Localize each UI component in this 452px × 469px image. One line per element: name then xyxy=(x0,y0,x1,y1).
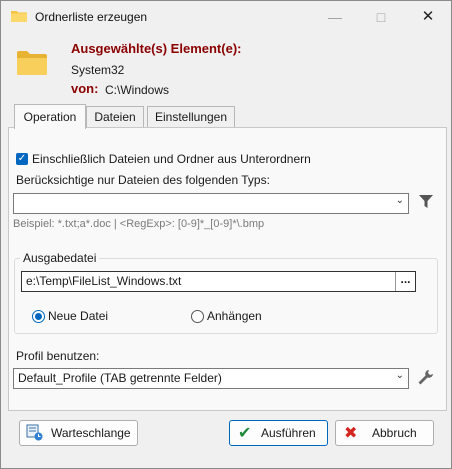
chevron-down-icon: ⌄ xyxy=(395,370,404,381)
filter-combobox[interactable]: ⌄ xyxy=(13,193,409,214)
run-button[interactable]: ✔ Ausführen xyxy=(229,420,328,446)
include-subfolders-checkbox[interactable]: ✓ xyxy=(16,153,28,165)
wrench-icon[interactable] xyxy=(417,369,434,386)
tab-einstellungen[interactable]: Einstellungen xyxy=(147,106,235,128)
filter-icon[interactable] xyxy=(419,195,433,209)
tab-dateien[interactable]: Dateien xyxy=(86,106,144,128)
cancel-button-label: Abbruch xyxy=(372,426,417,440)
cross-icon: ✖ xyxy=(344,425,358,442)
browse-button[interactable]: ... xyxy=(395,272,415,291)
queue-button[interactable]: Warteschlange xyxy=(19,420,138,446)
folder-icon xyxy=(17,51,47,75)
run-button-label: Ausführen xyxy=(261,426,316,440)
tab-operation[interactable]: Operation xyxy=(14,104,86,129)
filter-example-hint: Beispiel: *.txt;a*.doc | <RegExp>: [0-9]… xyxy=(13,218,265,230)
chevron-down-icon: ⌄ xyxy=(395,195,404,206)
title-bar: Ordnerliste erzeugen — □ ✕ xyxy=(1,1,451,33)
close-button[interactable]: ✕ xyxy=(405,1,451,33)
cancel-button[interactable]: ✖ Abbruch xyxy=(335,420,434,446)
new-file-radio[interactable] xyxy=(32,310,45,323)
check-icon: ✔ xyxy=(238,425,252,442)
selected-items-heading: Ausgewählte(s) Element(e): xyxy=(71,41,242,56)
profile-label: Profil benutzen: xyxy=(16,349,100,363)
dialog-window: Ordnerliste erzeugen — □ ✕ Ausgewählte(s… xyxy=(0,0,452,469)
output-path-field[interactable]: e:\Temp\FileList_Windows.txt ... xyxy=(21,271,416,292)
output-path-value: e:\Temp\FileList_Windows.txt xyxy=(26,274,182,288)
queue-button-label: Warteschlange xyxy=(51,426,131,440)
folder-icon xyxy=(11,11,27,22)
filter-label: Berücksichtige nur Dateien des folgenden… xyxy=(16,173,270,187)
from-path: C:\Windows xyxy=(105,83,170,97)
from-label: von: xyxy=(71,81,99,96)
maximize-button[interactable]: □ xyxy=(358,1,404,33)
profile-combobox[interactable]: Default_Profile (TAB getrennte Felder) ⌄ xyxy=(13,368,409,389)
minimize-button[interactable]: — xyxy=(312,1,358,33)
append-radio[interactable] xyxy=(191,310,204,323)
output-group-title: Ausgabedatei xyxy=(20,251,100,265)
append-label: Anhängen xyxy=(207,309,262,323)
selected-item-name: System32 xyxy=(71,63,125,77)
profile-value: Default_Profile (TAB getrennte Felder) xyxy=(18,371,222,385)
queue-icon xyxy=(26,424,43,441)
new-file-label: Neue Datei xyxy=(48,309,109,323)
include-subfolders-label: Einschließlich Dateien und Ordner aus Un… xyxy=(32,152,311,166)
window-title: Ordnerliste erzeugen xyxy=(35,10,148,24)
